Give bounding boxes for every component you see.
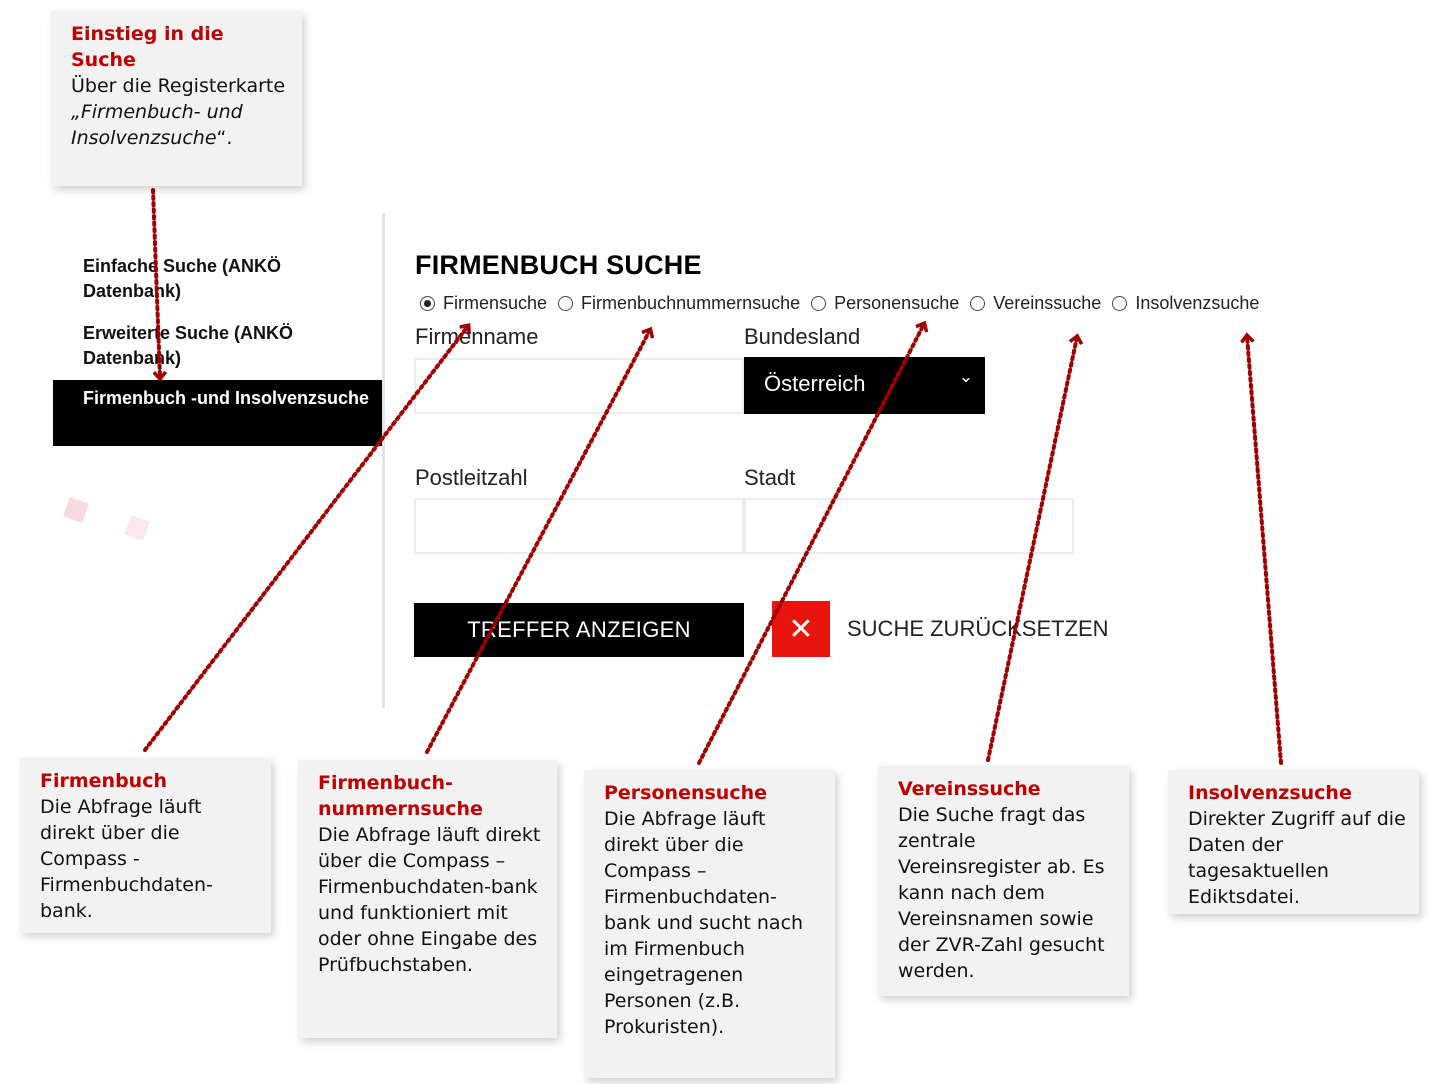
callout-personensuche: Personensuche Die Abfrage läuft direkt ü…: [584, 770, 835, 1078]
radio-vereinssuche[interactable]: Vereinssuche: [970, 293, 1101, 314]
page-title: FIRMENBUCH SUCHE: [415, 250, 702, 280]
radio-personensuche[interactable]: Personensuche: [811, 293, 959, 314]
radio-dot[interactable]: [558, 296, 574, 311]
vertical-divider: [382, 213, 385, 708]
radio-dot[interactable]: [970, 296, 986, 311]
callout-body: Die Abfrage läuft direkt über die Compas…: [604, 808, 804, 1038]
radio-firmenbuchnummernsuche[interactable]: Firmenbuchnummernsuche: [558, 293, 800, 314]
callout-firmenbuch: Firmenbuch Die Abfrage läuft direkt über…: [20, 758, 271, 933]
radio-label: Firmensuche: [443, 293, 548, 313]
radio-firmensuche[interactable]: Firmensuche: [420, 293, 547, 314]
callout-body-end: “.: [216, 127, 233, 149]
radio-label: Vereinssuche: [993, 293, 1102, 313]
decorative-shape: [63, 497, 89, 523]
callout-vereinssuche: Vereinssuche Die Suche fragt das zentral…: [878, 766, 1129, 996]
firmenname-label: Firmenname: [415, 324, 539, 349]
callout-body: Die Abfrage läuft direkt über die Compas…: [318, 824, 541, 976]
callout-title: Insolvenzsuche: [1188, 782, 1352, 804]
radio-dot[interactable]: [811, 296, 827, 311]
radio-label: Firmenbuchnummernsuche: [581, 293, 801, 313]
arrow-insolvenzsuche: [1247, 336, 1283, 765]
callout-body: Direkter Zugriff auf die Daten der tages…: [1188, 808, 1406, 908]
radio-dot[interactable]: [420, 296, 435, 311]
treffer-anzeigen-button[interactable]: TREFFER ANZEIGEN: [414, 603, 744, 657]
bundesland-select[interactable]: Österreich ⌄: [744, 357, 985, 414]
callout-title: Personensuche: [604, 782, 767, 804]
callout-firmenbuchnummernsuche: Firmenbuch-nummernsuche Die Abfrage läuf…: [298, 760, 557, 1038]
postleitzahl-input[interactable]: [414, 498, 744, 554]
callout-body: Über die Registerkarte: [71, 75, 286, 97]
radio-label: Personensuche: [834, 293, 960, 313]
sidebar-item-einfache-suche[interactable]: Einfache Suche (ANKÖ Datenbank): [53, 248, 382, 310]
stadt-label: Stadt: [744, 465, 796, 490]
callout-title: Einstieg in die Suche: [71, 23, 224, 71]
callout-body: Die Abfrage läuft direkt über die Compas…: [40, 796, 213, 922]
callout-title: Firmenbuch: [40, 770, 167, 792]
decorative-shape: [124, 515, 150, 541]
sidebar-item-erweiterte-suche[interactable]: Erweiterte Suche (ANKÖ Datenbank): [53, 315, 382, 377]
radio-label: Insolvenzsuche: [1135, 293, 1260, 313]
callout-insolvenzsuche: Insolvenzsuche Direkter Zugriff auf die …: [1168, 770, 1419, 914]
radio-dot[interactable]: [1112, 296, 1128, 311]
firmenname-input[interactable]: [414, 358, 744, 414]
postleitzahl-label: Postleitzahl: [415, 465, 528, 490]
sidebar-item-firmenbuch-insolvenzsuche[interactable]: Firmenbuch -und Insolvenzsuche: [53, 380, 382, 446]
callout-title: Vereinssuche: [898, 778, 1041, 800]
bundesland-selected-value: Österreich: [764, 371, 866, 396]
stadt-input[interactable]: [744, 498, 1074, 554]
callout-einstieg: Einstieg in die Suche Über die Registerk…: [51, 11, 302, 186]
reset-button[interactable]: ✕: [772, 601, 830, 657]
callout-title: Firmenbuch-nummernsuche: [318, 772, 483, 820]
search-type-radio-group: Firmensuche Firmenbuchnummernsuche Perso…: [420, 293, 1270, 314]
bundesland-label: Bundesland: [744, 324, 861, 349]
suche-zuruecksetzen-link[interactable]: SUCHE ZURÜCKSETZEN: [847, 616, 1109, 642]
radio-insolvenzsuche[interactable]: Insolvenzsuche: [1112, 293, 1259, 314]
chevron-down-icon: ⌄: [958, 367, 973, 386]
callout-body: Die Suche fragt das zentrale Vereinsregi…: [898, 804, 1105, 982]
close-icon: ✕: [788, 611, 814, 647]
